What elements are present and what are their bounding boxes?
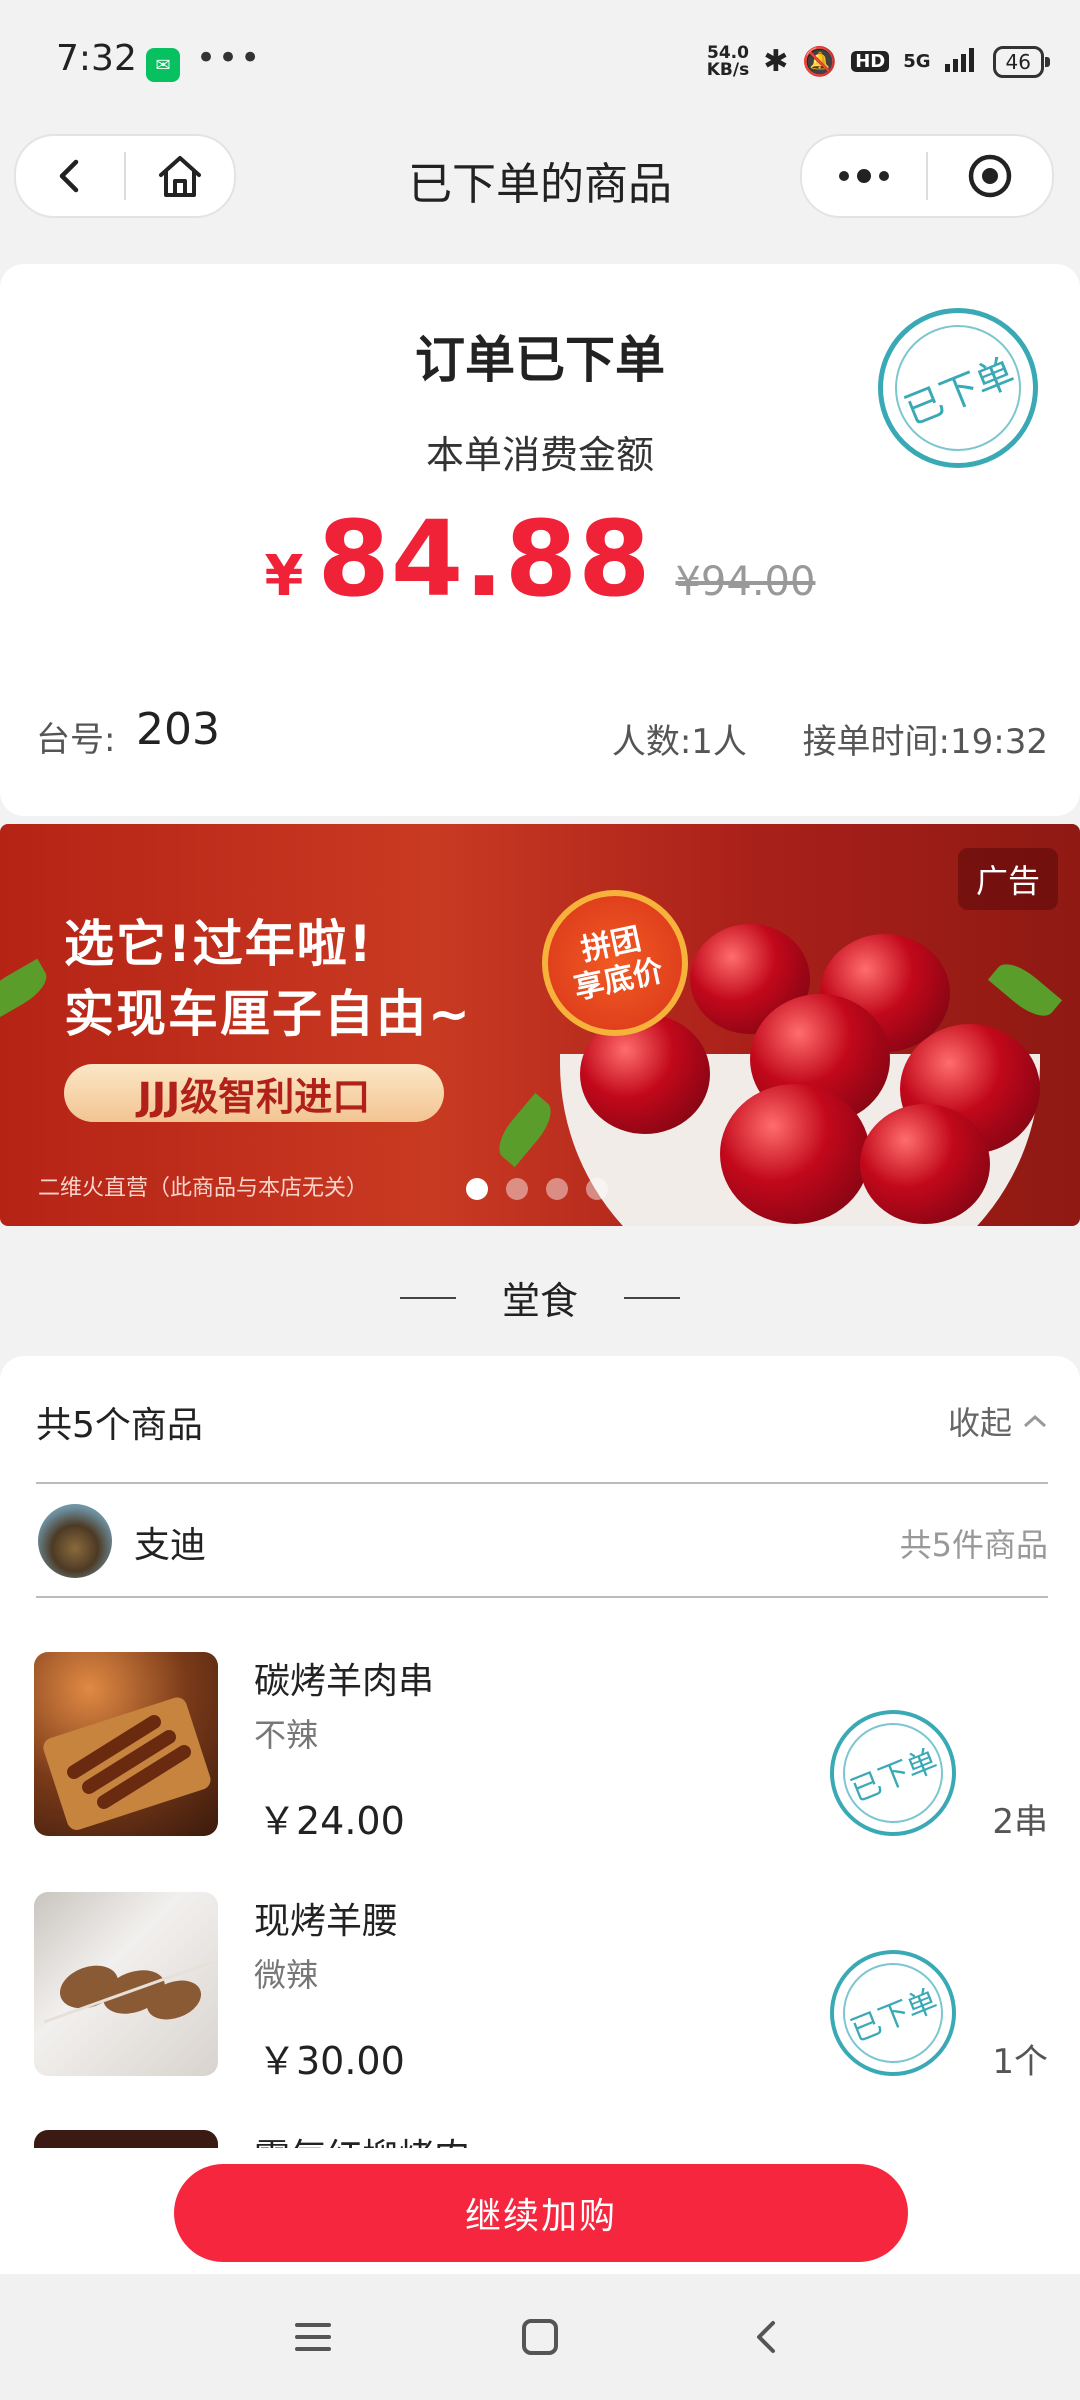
- order-amount: 84.88: [317, 498, 652, 620]
- collapse-label: 收起: [947, 1404, 1012, 1442]
- table-number: 203: [136, 704, 220, 755]
- carousel-dot[interactable]: [506, 1178, 528, 1200]
- item-image[interactable]: [34, 1892, 218, 2076]
- divider: [36, 1482, 1048, 1484]
- chevron-up-icon: [1023, 1414, 1047, 1428]
- stamp-text: 已下单: [846, 1983, 943, 2050]
- cherry-image: [720, 1084, 870, 1224]
- people-count: 人数:1人: [611, 722, 747, 762]
- leaf-decoration: [0, 958, 54, 1022]
- menu-icon[interactable]: [293, 2319, 333, 2355]
- nav-capsule-right: [800, 134, 1054, 218]
- net-speed: 54.0 KB/s: [706, 42, 750, 80]
- battery-indicator: 46: [992, 45, 1051, 78]
- item-price: ￥24.00: [258, 1799, 405, 1843]
- kidney-skewer-image: [43, 1960, 213, 2024]
- item-spice-level: 微辣: [254, 1956, 319, 1994]
- order-price: ¥ 84.88 ¥94.00: [0, 498, 1080, 620]
- carousel-dot[interactable]: [586, 1178, 608, 1200]
- leaf-decoration: [987, 955, 1063, 1025]
- bluetooth-icon: ✱: [763, 44, 789, 79]
- banner-pill: JJJ级智利进口: [64, 1064, 444, 1122]
- hd-badge: HD: [851, 51, 890, 72]
- banner-headline-1: 选它!过年啦!: [64, 915, 374, 973]
- order-time: 接单时间:19:32: [802, 722, 1048, 762]
- stamp-text: 已下单: [898, 349, 1021, 434]
- status-icons: 54.0 KB/s ✱ 🔕 HD 5G 46: [706, 42, 1051, 80]
- item-name: 现烤羊腰: [254, 1901, 399, 1942]
- item-name: 碳烤羊肉串: [254, 1661, 435, 1702]
- item-image[interactable]: [34, 1652, 218, 1836]
- system-navigation-bar: [0, 2274, 1080, 2400]
- ad-banner[interactable]: 拼团 享底价 选它!过年啦! 实现车厘子自由~ JJJ级智利进口 二维火直营（此…: [0, 824, 1080, 1226]
- divider: [36, 1596, 1048, 1598]
- ordered-stamp: 已下单: [875, 305, 1041, 471]
- user-item-count: 共5件商品: [899, 1526, 1048, 1564]
- mute-icon: 🔕: [802, 45, 838, 78]
- more-notifications-icon: •••: [196, 38, 263, 78]
- collapse-button[interactable]: 收起: [948, 1398, 1048, 1444]
- items-count-title: 共5个商品: [36, 1405, 203, 1446]
- section-header: 堂食: [0, 1270, 1080, 1325]
- signal-icon: [944, 46, 979, 78]
- more-dots-icon: [839, 169, 889, 183]
- carousel-dot[interactable]: [466, 1178, 488, 1200]
- currency-symbol: ¥: [264, 544, 304, 609]
- stamp-text: 已下单: [846, 1743, 943, 1810]
- target-close-icon: [968, 154, 1012, 198]
- section-line: [399, 1296, 456, 1299]
- item-price: ￥30.00: [258, 2039, 405, 2083]
- banner-headline-2: 实现车厘子自由~: [64, 985, 472, 1043]
- ordered-stamp: 已下单: [827, 1707, 959, 1839]
- ordered-stamp: 已下单: [827, 1947, 959, 2079]
- cherry-image: [860, 1104, 990, 1224]
- network-label: 5G: [903, 51, 931, 72]
- net-speed-value: 54.0: [706, 42, 749, 63]
- section-line: [624, 1296, 680, 1299]
- skewer-image: [43, 1697, 211, 1830]
- banner-footnote: 二维火直营（此商品与本店无关）: [38, 1176, 369, 1201]
- item-quantity: 1个: [992, 2042, 1048, 2082]
- avatar: [38, 1504, 112, 1578]
- continue-ordering-button[interactable]: 继续加购: [174, 2164, 908, 2262]
- item-quantity: 2串: [992, 1802, 1048, 1842]
- more-menu-button[interactable]: [802, 136, 926, 216]
- back-icon[interactable]: [747, 2317, 787, 2357]
- item-spice-level: 不辣: [254, 1716, 319, 1754]
- ad-tag: 广告: [957, 848, 1058, 910]
- original-price: ¥94.00: [675, 559, 816, 605]
- leaf-decoration: [490, 1092, 560, 1168]
- section-title: 堂食: [501, 1279, 578, 1323]
- home-square-icon[interactable]: [520, 2317, 560, 2357]
- wechat-icon: ✉: [146, 48, 180, 82]
- close-miniprogram-button[interactable]: [928, 136, 1052, 216]
- carousel-dots: [466, 1178, 608, 1200]
- net-speed-unit: KB/s: [706, 59, 750, 80]
- user-name: 支迪: [134, 1525, 207, 1566]
- table-label: 台号:: [36, 720, 116, 760]
- status-time: 7:32: [56, 38, 137, 79]
- order-meta: 人数:1人 接单时间:19:32: [612, 714, 1048, 763]
- carousel-dot[interactable]: [546, 1178, 568, 1200]
